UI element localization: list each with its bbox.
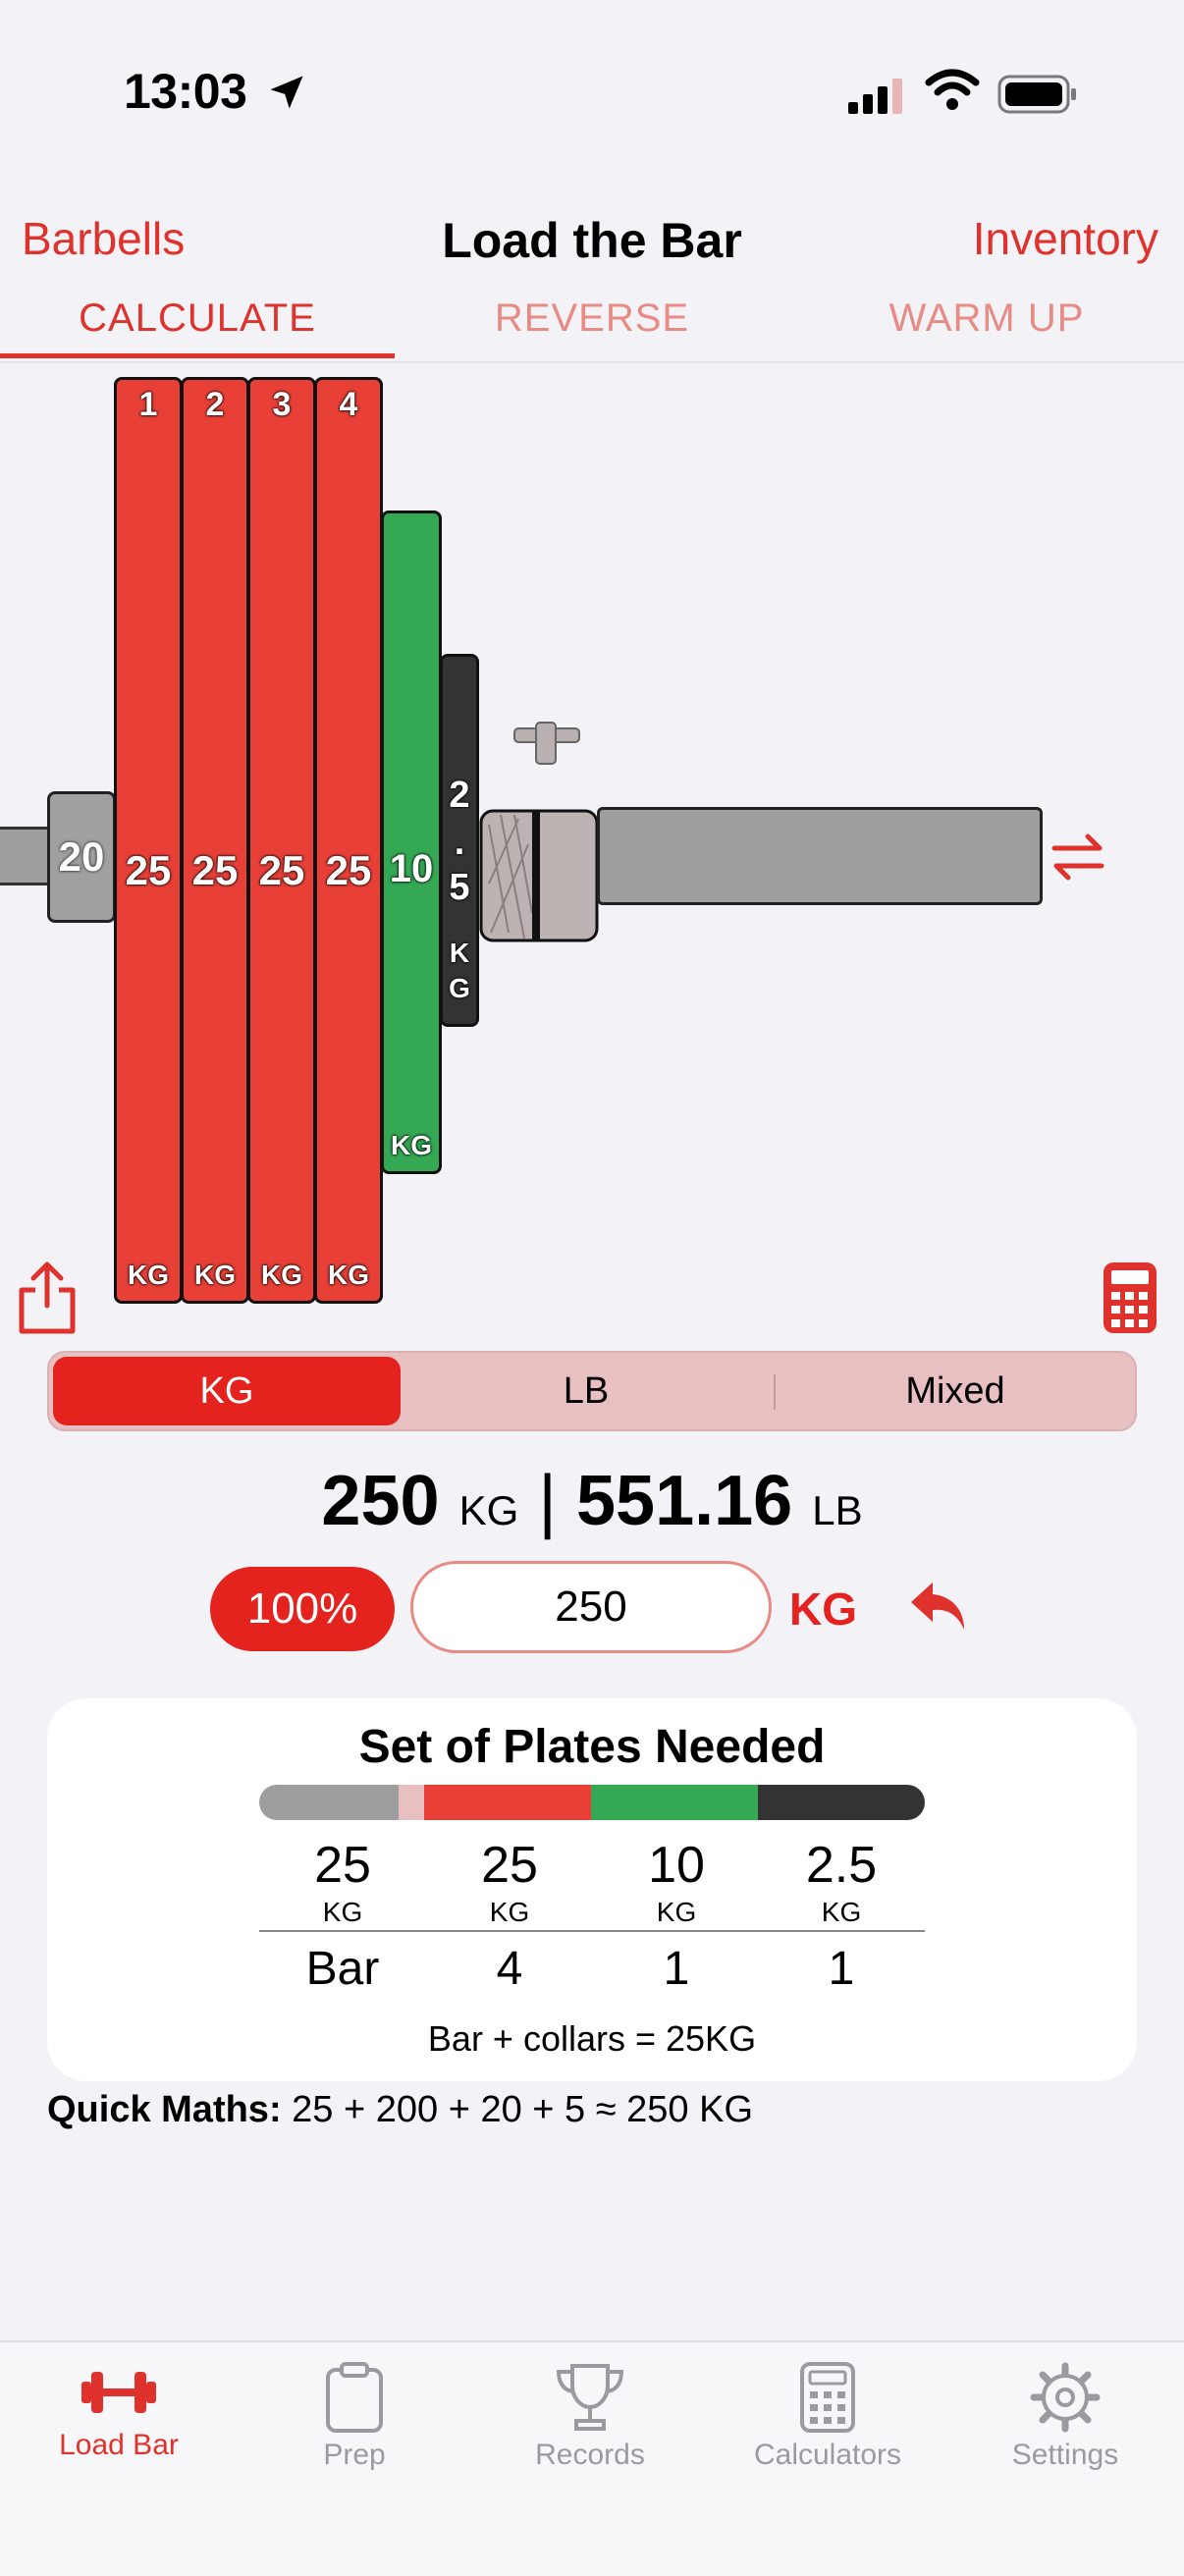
plate-2-5kg: 2 . 5 K G: [440, 654, 479, 1027]
plate-weight: 25: [325, 847, 372, 893]
plate-25kg-2: 2 25 KG: [181, 377, 249, 1304]
plate-index: 2: [205, 386, 225, 423]
bar-collars-note: Bar + collars = 25KG: [427, 2018, 757, 2059]
location-arrow-icon: [270, 76, 303, 109]
card-title: Set of Plates Needed: [358, 1721, 826, 1773]
inventory-button[interactable]: Inventory: [973, 212, 1158, 265]
quick-maths: Quick Maths: 25 + 200 + 20 + 5 ≈ 250 KG: [47, 2089, 753, 2131]
barbells-button[interactable]: Barbells: [22, 212, 185, 265]
col-2-5kg-count: 1: [828, 1943, 855, 1995]
total-lb-value: 551.16: [575, 1462, 793, 1540]
collar-plate: 20: [47, 791, 116, 923]
collar-weight: 20: [58, 833, 105, 880]
percent-button[interactable]: 100%: [210, 1567, 395, 1651]
unit-lb-button[interactable]: LB: [412, 1353, 760, 1429]
plate-weight: 25: [258, 847, 305, 893]
tabbar-label: Load Bar: [59, 2429, 179, 2461]
plate-weight: 25: [125, 847, 172, 893]
quick-maths-label: Quick Maths:: [47, 2089, 282, 2130]
plate-index: 4: [339, 386, 358, 423]
unit-mixed-button[interactable]: Mixed: [776, 1353, 1135, 1429]
color-segment-bar: [259, 1785, 399, 1820]
undo-icon[interactable]: [907, 1577, 970, 1636]
plate-unit: KG: [194, 1260, 236, 1290]
tab-reverse[interactable]: REVERSE: [395, 296, 789, 341]
clipboard-icon: [326, 2362, 383, 2433]
dumbbell-icon: [81, 2372, 156, 2413]
plate-color-bar: [259, 1785, 925, 1820]
clamp-collar-icon: [479, 722, 599, 942]
col-10kg-unit: KG: [656, 1897, 697, 1927]
total-weight-display: 250 KG | 551.16 LB: [0, 1461, 1184, 1541]
unit-kg-button[interactable]: KG: [53, 1357, 401, 1425]
col-10kg-value: 10: [648, 1837, 705, 1894]
calculator-icon: [800, 2362, 855, 2433]
battery-icon: [997, 75, 1076, 114]
plate-weight: 25: [191, 847, 239, 893]
tabbar-label: Calculators: [753, 2439, 902, 2471]
status-time: 13:03: [124, 64, 247, 119]
col-2-5kg-unit: KG: [821, 1897, 862, 1927]
plate-unit: KG: [391, 1130, 432, 1160]
gear-icon: [1030, 2362, 1101, 2433]
barbell-diagram: 20 1 25 KG 2 25 KG 3 25 KG 4 25 KG 10 KG…: [0, 363, 1184, 1335]
plate-unit: KG: [128, 1260, 169, 1290]
calculator-icon[interactable]: [1102, 1261, 1158, 1335]
card-divider: [259, 1930, 925, 1932]
plate-unit: KG: [261, 1260, 302, 1290]
plate-index: 3: [272, 386, 292, 423]
plate-25kg-1: 1 25 KG: [114, 377, 183, 1304]
color-segment-10kg: [591, 1785, 758, 1820]
plate-weight-char: 2: [449, 775, 470, 816]
color-segment-collar: [399, 1785, 424, 1820]
plate-weight-char: 5: [449, 867, 470, 908]
tabbar-records[interactable]: Records: [477, 2360, 703, 2472]
plate-unit: KG: [328, 1260, 369, 1290]
plate-25kg-4: 4 25 KG: [314, 377, 383, 1304]
total-separator: |: [538, 1462, 557, 1540]
plate-weight: 10: [389, 847, 434, 890]
tabbar-label: Settings: [1011, 2439, 1119, 2471]
input-unit-label: KG: [789, 1583, 857, 1635]
tabbar-label: Records: [535, 2439, 645, 2471]
tab-calculate[interactable]: CALCULATE: [0, 296, 395, 341]
color-segment-25kg: [424, 1785, 591, 1820]
bar-sleeve-left: [0, 827, 51, 886]
col-bar-value: 25: [314, 1837, 371, 1894]
total-lb-unit: LB: [812, 1487, 863, 1533]
weight-input[interactable]: 250: [410, 1561, 772, 1653]
swap-arrows-icon[interactable]: [1049, 827, 1107, 886]
tabbar-settings[interactable]: Settings: [952, 2360, 1178, 2472]
plate-unit-char: G: [449, 973, 470, 1003]
tab-active-indicator: [0, 353, 395, 358]
tabbar-calculators[interactable]: Calculators: [715, 2360, 941, 2472]
tabbar-prep[interactable]: Prep: [242, 2360, 467, 2472]
col-25kg-value: 25: [481, 1837, 538, 1894]
col-25kg-count: 4: [496, 1943, 523, 1995]
plate-index: 1: [138, 386, 158, 423]
total-kg-value: 250: [321, 1462, 440, 1540]
col-bar-unit: KG: [322, 1897, 363, 1927]
share-icon[interactable]: [16, 1261, 79, 1335]
trophy-icon: [556, 2364, 624, 2431]
quick-maths-text: 25 + 200 + 20 + 5 ≈ 250 KG: [292, 2089, 753, 2130]
unit-segmented-control: KG LB Mixed: [47, 1351, 1137, 1431]
bar-sleeve-right: [597, 807, 1043, 905]
col-25kg-unit: KG: [489, 1897, 530, 1927]
col-10kg-count: 1: [663, 1943, 690, 1995]
signal-icon: [848, 79, 902, 114]
plate-25kg-3: 3 25 KG: [247, 377, 316, 1304]
tabbar-load-bar[interactable]: Load Bar: [6, 2360, 232, 2462]
tabbar-label: Prep: [323, 2439, 386, 2471]
plate-weight-char: .: [454, 822, 465, 863]
color-segment-2-5kg: [758, 1785, 925, 1820]
col-bar-count: Bar: [305, 1943, 380, 1995]
plate-unit-char: K: [449, 938, 470, 968]
total-kg-unit: KG: [458, 1487, 519, 1533]
plate-10kg: 10 KG: [381, 510, 442, 1174]
col-2-5kg-value: 2.5: [805, 1837, 878, 1894]
wifi-icon: [925, 69, 980, 110]
tab-warm-up[interactable]: WARM UP: [789, 296, 1184, 341]
